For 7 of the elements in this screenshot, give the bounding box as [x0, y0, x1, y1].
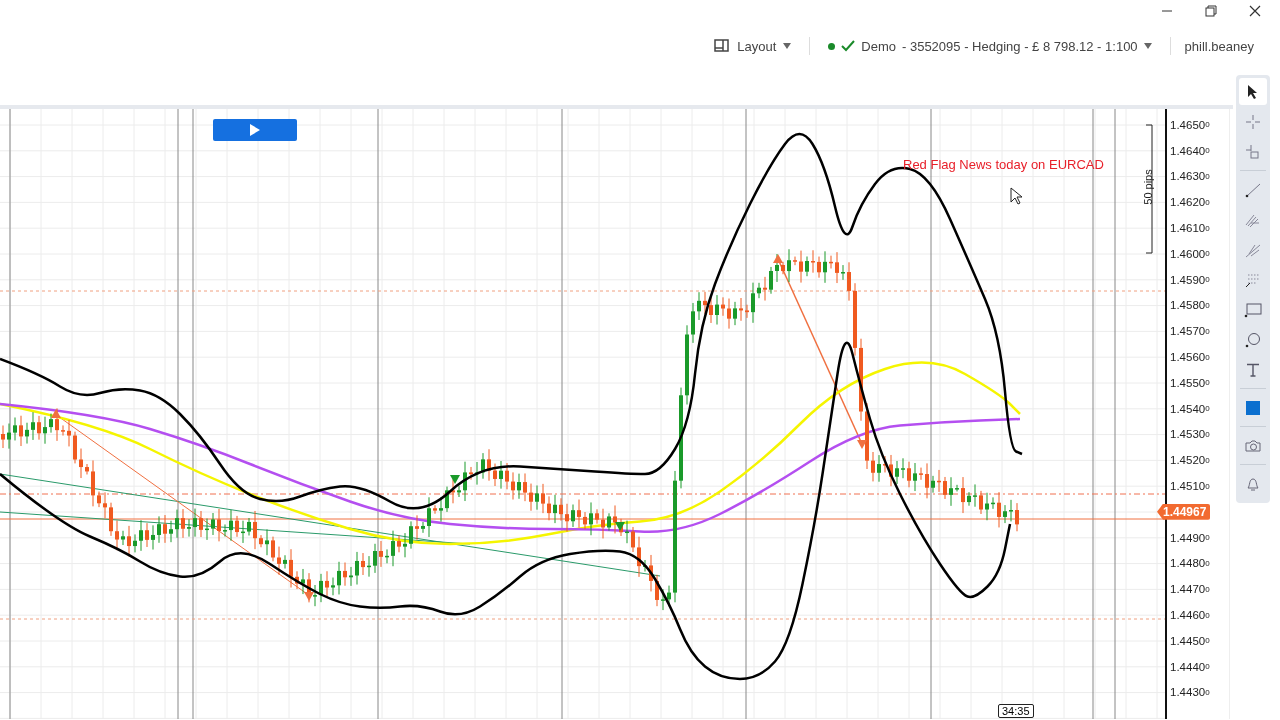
range-label: 50 pips — [1141, 169, 1154, 205]
account-button[interactable]: Demo - 3552095 - Hedging - £ 8 798.12 - 1:100 — [824, 36, 1156, 56]
countdown-label: 34:35 — [998, 704, 1034, 718]
layout-button[interactable]: Layout — [710, 36, 796, 56]
chart-annotation: Red Flag News today on EURCAD — [903, 157, 1104, 172]
user-name[interactable]: phill.beaney — [1184, 36, 1254, 56]
price-tag: 1.44967 — [1157, 503, 1211, 520]
